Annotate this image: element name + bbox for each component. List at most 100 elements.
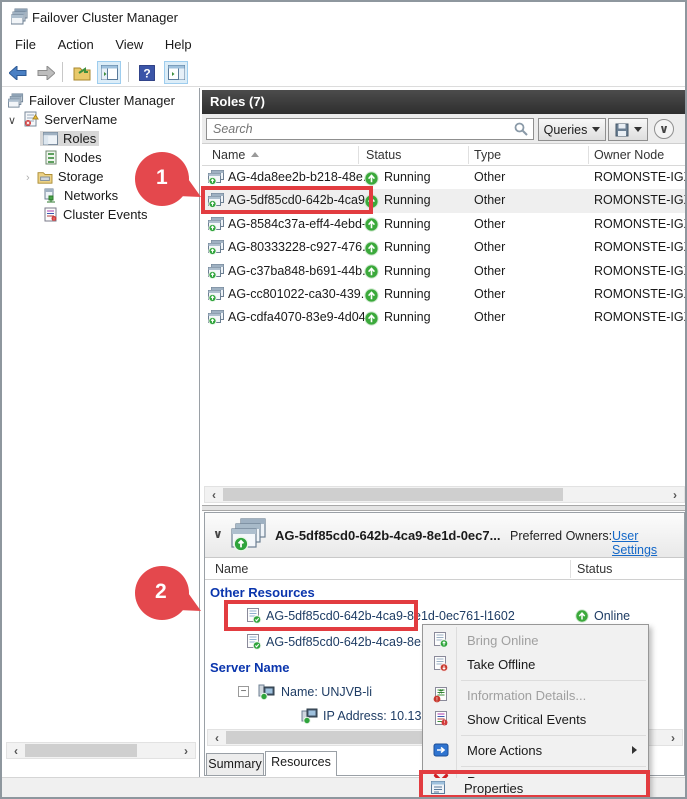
scroll-right-icon[interactable]: › — [668, 489, 682, 501]
role-status: Running — [384, 236, 431, 259]
step-2-callout: 2 — [130, 564, 210, 626]
menu-help[interactable]: Help — [156, 32, 201, 57]
show-critical-events-icon: ! — [433, 711, 449, 727]
resource-icon — [246, 634, 262, 650]
menu-file[interactable]: File — [6, 32, 45, 57]
collapse-chevron-icon[interactable]: ∨ — [213, 527, 223, 541]
column-divider[interactable] — [468, 146, 469, 164]
scroll-left-icon[interactable]: ‹ — [210, 732, 224, 744]
roles-pane-title: Roles (7) — [202, 90, 687, 114]
column-header-name[interactable]: Name — [215, 558, 248, 580]
collapse-box-icon[interactable]: − — [238, 686, 249, 697]
callout-bubble-icon — [130, 150, 210, 212]
menu-item-information-details[interactable]: # ! Information Details... — [425, 684, 647, 707]
role-owner: ROMONSTE-IGX — [594, 306, 687, 329]
column-header-type[interactable]: Type — [474, 144, 501, 166]
column-divider[interactable] — [588, 146, 589, 164]
export-list-icon — [73, 65, 91, 81]
role-owner: ROMONSTE-IGX — [594, 260, 687, 283]
scroll-right-icon[interactable]: › — [666, 732, 680, 744]
tree-horizontal-scrollbar[interactable]: ‹ › — [6, 742, 196, 759]
search-input[interactable] — [206, 118, 534, 140]
running-status-icon — [364, 171, 379, 186]
highlight-box-resource-row — [224, 600, 418, 631]
storage-icon — [37, 170, 53, 184]
tree-item-roles[interactable]: Roles — [40, 129, 99, 148]
role-type: Other — [474, 236, 505, 259]
scroll-right-icon[interactable]: › — [179, 745, 193, 757]
forward-button[interactable] — [34, 61, 58, 84]
column-divider[interactable] — [570, 560, 571, 578]
tree-item-label: ServerName — [44, 112, 117, 127]
role-type: Other — [474, 283, 505, 306]
back-button[interactable] — [6, 61, 30, 84]
roles-horizontal-scrollbar[interactable]: ‹ › — [204, 486, 685, 503]
menu-action[interactable]: Action — [49, 32, 103, 57]
menu-item-label: More Actions — [467, 739, 542, 762]
user-settings-link[interactable]: User Settings — [612, 529, 684, 557]
table-row[interactable]: AG-80333228-c927-476... Running Other RO… — [202, 236, 687, 259]
tab-resources[interactable]: Resources — [265, 751, 337, 776]
table-row[interactable]: AG-8584c37a-eff4-4ebd-... Running Other … — [202, 213, 687, 236]
help-icon: ? — [139, 65, 155, 81]
tree-item-servername[interactable]: ∨ ServerName — [8, 110, 117, 129]
role-icon — [208, 170, 224, 185]
role-type: Other — [474, 189, 505, 212]
collapse-filter-button[interactable]: ∨ — [654, 119, 674, 139]
table-row[interactable]: AG-cdfa4070-83e9-4d04... Running Other R… — [202, 306, 687, 329]
show-console-tree-icon — [101, 65, 118, 80]
server-name-text: Name: UNJVB-li — [281, 680, 372, 704]
menu-item-bring-online[interactable]: Bring Online — [425, 629, 647, 652]
menu-item-take-offline[interactable]: Take Offline — [425, 653, 647, 676]
column-header-status[interactable]: Status — [577, 558, 612, 580]
role-group-icon — [231, 518, 267, 552]
tree-item-storage[interactable]: › Storage — [26, 167, 103, 186]
tab-summary[interactable]: Summary — [206, 753, 264, 775]
role-owner: ROMONSTE-IGX — [594, 236, 687, 259]
role-icon — [208, 287, 224, 302]
show-action-pane-button[interactable] — [164, 61, 188, 84]
tree-item-nodes[interactable]: Nodes — [44, 148, 102, 167]
pane-splitter[interactable] — [202, 505, 687, 511]
scroll-left-icon[interactable]: ‹ — [207, 489, 221, 501]
scrollbar-thumb[interactable] — [25, 744, 137, 757]
queries-button[interactable]: Queries — [538, 118, 606, 141]
table-row[interactable]: AG-cc801022-ca30-439... Running Other RO… — [202, 283, 687, 306]
take-offline-icon — [433, 656, 449, 672]
highlight-box-properties — [419, 770, 650, 799]
menu-view[interactable]: View — [106, 32, 152, 57]
export-list-button[interactable] — [70, 61, 94, 84]
tree-item-root[interactable]: Failover Cluster Manager — [8, 91, 175, 110]
chevron-right-icon[interactable]: › — [26, 172, 30, 184]
column-header-owner-node[interactable]: Owner Node — [594, 144, 664, 166]
running-status-icon — [364, 241, 379, 256]
detail-title: AG-5df85cd0-642b-4ca9-8e1d-0ec7... — [275, 528, 500, 543]
menu-bar: File Action View Help — [2, 32, 685, 58]
menu-item-label: Show Critical Events — [467, 708, 586, 731]
role-icon — [208, 310, 224, 325]
save-query-button[interactable] — [608, 118, 648, 141]
tree-item-label: Failover Cluster Manager — [29, 93, 175, 108]
scrollbar-thumb[interactable] — [223, 488, 563, 501]
role-status: Running — [384, 260, 431, 283]
callout-bubble-icon — [130, 564, 210, 626]
role-type: Other — [474, 166, 505, 189]
tree-item-networks[interactable]: Networks — [44, 186, 118, 205]
chevron-down-icon[interactable]: ∨ — [8, 115, 16, 127]
column-divider[interactable] — [358, 146, 359, 164]
table-row[interactable]: AG-c37ba848-b691-44b... Running Other RO… — [202, 260, 687, 283]
role-name: AG-cc801022-ca30-439... — [228, 283, 371, 306]
chevron-down-icon: ∨ — [659, 122, 669, 136]
column-header-name[interactable]: Name — [212, 144, 259, 166]
scroll-left-icon[interactable]: ‹ — [9, 745, 23, 757]
help-button[interactable]: ? — [135, 61, 159, 84]
preferred-owners-label: Preferred Owners: — [510, 529, 612, 543]
role-status: Running — [384, 283, 431, 306]
column-header-status[interactable]: Status — [366, 144, 401, 166]
computer-icon — [258, 684, 275, 700]
show-console-tree-button[interactable] — [97, 61, 121, 84]
toolbar-separator — [62, 62, 63, 82]
menu-item-more-actions[interactable]: More Actions — [425, 739, 647, 762]
save-icon — [615, 123, 629, 137]
menu-item-show-critical-events[interactable]: ! Show Critical Events — [425, 708, 647, 731]
